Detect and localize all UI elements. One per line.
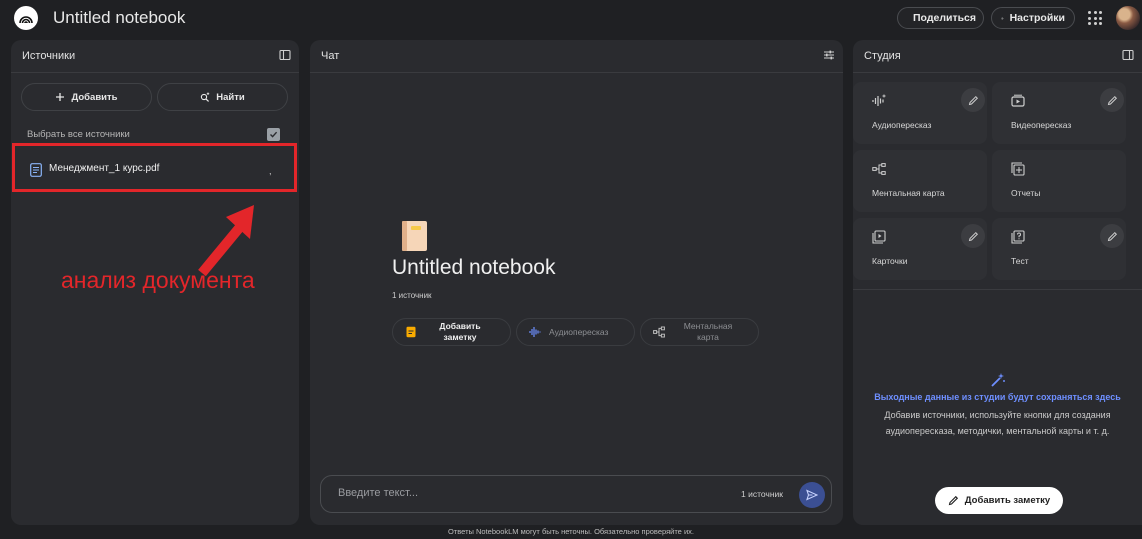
top-bar: Untitled notebook Поделиться Настройки — [0, 0, 1142, 38]
add-source-button[interactable]: Добавить — [21, 83, 152, 111]
source-item[interactable]: Менеджмент_1 курс.pdf , — [12, 143, 297, 192]
pencil-icon — [968, 231, 978, 241]
flashcards-icon — [872, 230, 886, 244]
studio-card-label: Отчеты — [1011, 188, 1041, 198]
edit-button[interactable] — [1100, 88, 1124, 112]
chat-title: Чат — [321, 50, 340, 62]
studio-card-audio[interactable]: Аудиопересказ — [853, 82, 987, 144]
studio-card-mind-map[interactable]: Ментальная карта — [853, 150, 987, 212]
pencil-icon — [1107, 231, 1117, 241]
source-count: 1 источник — [392, 291, 432, 300]
studio-divider — [853, 289, 1142, 290]
studio-card-label: Тест — [1011, 256, 1029, 266]
avatar[interactable] — [1116, 6, 1140, 30]
studio-card-quiz[interactable]: Тест — [992, 218, 1126, 280]
collapse-panel-icon[interactable] — [1122, 49, 1134, 61]
edit-button[interactable] — [1100, 224, 1124, 248]
chat-panel: Чат Untitled notebook 1 источник Добавит… — [310, 40, 843, 525]
studio-card-label: Ментальная карта — [872, 188, 945, 198]
mind-map-icon — [872, 163, 886, 175]
add-note-chip[interactable]: Добавить заметку — [392, 318, 511, 346]
chat-input-box[interactable]: 1 источник — [320, 475, 832, 513]
select-all-checkbox[interactable] — [267, 128, 280, 141]
settings-label: Настройки — [1009, 12, 1065, 24]
studio-hint-body: Добавив источники, используйте кнопки дл… — [884, 410, 1111, 436]
footer-disclaimer: Ответы NotebookLM могут быть неточны. Об… — [448, 527, 694, 536]
quiz-icon — [1011, 230, 1025, 244]
notebooklm-logo-icon[interactable] — [14, 6, 38, 30]
mind-map-chip[interactable]: Ментальная карта — [640, 318, 759, 346]
add-source-label: Добавить — [71, 91, 118, 103]
audio-overview-chip[interactable]: Аудиопересказ — [516, 318, 635, 346]
note-icon — [406, 326, 416, 338]
settings-button[interactable]: Настройки — [991, 7, 1075, 29]
sources-header: Источники — [11, 40, 299, 73]
studio-card-video[interactable]: Видеопересказ — [992, 82, 1126, 144]
reports-icon — [1011, 162, 1025, 176]
source-name: Менеджмент_1 курс.pdf — [49, 163, 160, 174]
studio-card-label: Карточки — [872, 256, 908, 266]
send-icon — [806, 489, 818, 501]
edit-button[interactable] — [961, 224, 985, 248]
pencil-icon — [968, 95, 978, 105]
document-icon — [30, 163, 42, 177]
mind-map-chip-label: Ментальная карта — [683, 321, 733, 342]
pencil-icon — [1107, 95, 1117, 105]
studio-header: Студия — [853, 40, 1142, 73]
send-button[interactable] — [799, 482, 825, 508]
chat-header: Чат — [310, 40, 843, 73]
studio-card-label: Аудиопересказ — [872, 120, 932, 130]
source-mark: , — [269, 166, 272, 176]
plus-icon — [56, 93, 65, 101]
find-source-button[interactable]: Найти — [157, 83, 288, 111]
pencil-icon — [948, 495, 958, 506]
annotation-text: анализ документа — [61, 267, 255, 293]
magic-wand-icon — [991, 373, 1005, 387]
sources-title: Источники — [22, 50, 76, 62]
studio-hint-title: Выходные данные из студии будут сохранят… — [874, 392, 1121, 402]
notebook-title[interactable]: Untitled notebook — [53, 8, 185, 28]
apps-grid-icon[interactable] — [1088, 11, 1102, 25]
chat-source-count: 1 источник — [741, 489, 784, 499]
add-note-button[interactable]: Добавить заметку — [935, 487, 1063, 514]
add-note-label: Добавить заметку — [964, 495, 1051, 506]
notebook-heading: Untitled notebook — [392, 256, 556, 279]
studio-panel: Студия Аудиопересказ Видеопересказ Мента… — [853, 40, 1142, 525]
search-sparkle-icon — [201, 92, 210, 102]
audio-wave-icon — [529, 327, 541, 337]
sources-panel: Источники Добавить Найти Выбрать все ист… — [11, 40, 299, 525]
studio-card-reports[interactable]: Отчеты — [992, 150, 1126, 212]
studio-title: Студия — [864, 50, 901, 62]
audio-overview-chip-label: Аудиопересказ — [549, 327, 609, 337]
studio-card-label: Видеопересказ — [1011, 120, 1072, 130]
find-source-label: Найти — [216, 91, 245, 103]
video-icon — [1011, 94, 1025, 107]
edit-button[interactable] — [961, 88, 985, 112]
chat-input[interactable] — [336, 486, 720, 500]
audio-wave-icon — [872, 94, 886, 106]
share-button[interactable]: Поделиться — [897, 7, 984, 29]
gear-icon — [1001, 16, 1004, 20]
tune-icon[interactable] — [823, 49, 835, 61]
add-note-chip-label: Добавить заметку — [439, 321, 481, 342]
share-label: Поделиться — [913, 12, 977, 24]
studio-card-flashcards[interactable]: Карточки — [853, 218, 987, 280]
select-all-label: Выбрать все источники — [27, 129, 130, 140]
collapse-panel-icon[interactable] — [279, 49, 291, 61]
notebook-emoji-icon — [402, 221, 427, 251]
mind-map-icon — [653, 326, 665, 338]
